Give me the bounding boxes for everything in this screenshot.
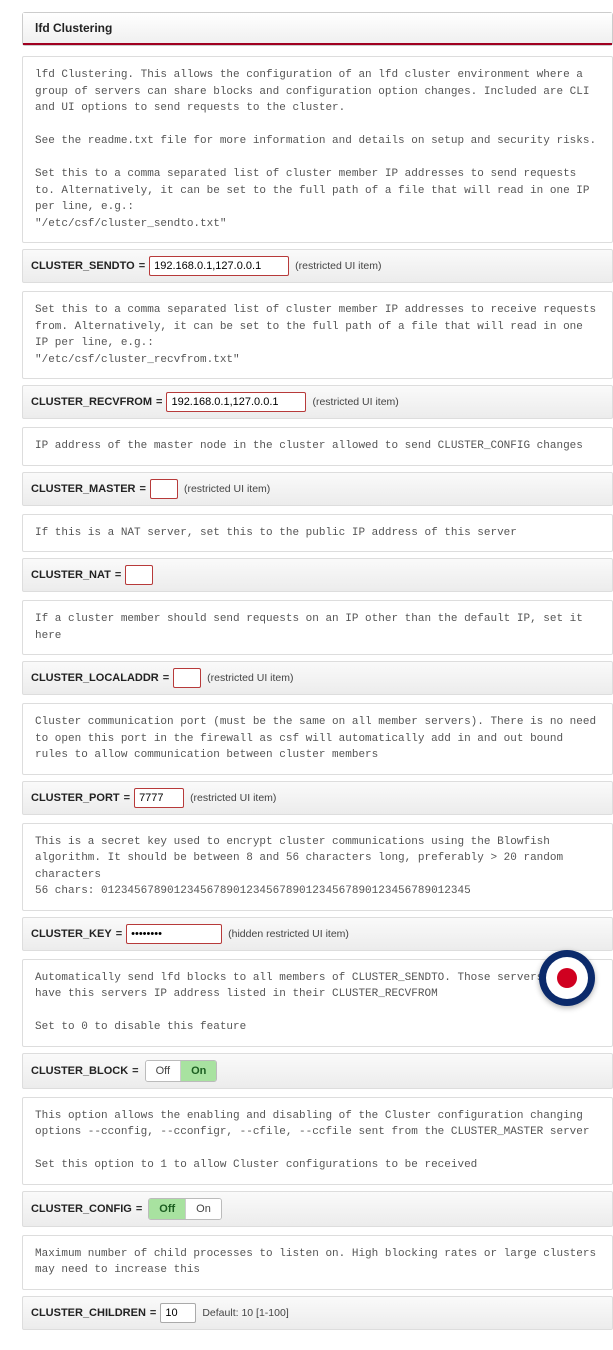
- equals-sign: =: [156, 396, 162, 408]
- toggle-cluster-config: OffOn: [148, 1198, 222, 1220]
- field-label-cluster-children: CLUSTER_CHILDREN: [31, 1307, 146, 1319]
- input-cluster-nat[interactable]: [125, 565, 153, 585]
- app-roundel-icon[interactable]: [539, 950, 595, 1006]
- input-cluster-localaddr[interactable]: [173, 668, 201, 688]
- equals-sign: =: [140, 483, 146, 495]
- field-label-cluster-sendto: CLUSTER_SENDTO: [31, 260, 135, 272]
- input-cluster-recvfrom[interactable]: [166, 392, 306, 412]
- field-note-cluster-sendto: (restricted UI item): [295, 260, 381, 272]
- field-label-cluster-block: CLUSTER_BLOCK: [31, 1065, 128, 1077]
- field-note-cluster-recvfrom: (restricted UI item): [312, 396, 398, 408]
- field-row-cluster-config: CLUSTER_CONFIG = OffOn: [22, 1191, 613, 1227]
- toggle-cluster-block: OffOn: [145, 1060, 218, 1082]
- field-note-cluster-key: (hidden restricted UI item): [228, 928, 349, 940]
- field-label-cluster-localaddr: CLUSTER_LOCALADDR: [31, 672, 159, 684]
- toggle-cluster-config-off[interactable]: Off: [149, 1199, 185, 1219]
- lfd-clustering-panel: lfd Clustering: [22, 12, 613, 46]
- help-text-cluster-children: Maximum number of child processes to lis…: [22, 1235, 613, 1290]
- toggle-cluster-config-on[interactable]: On: [185, 1199, 221, 1219]
- equals-sign: =: [136, 1203, 142, 1215]
- field-label-cluster-master: CLUSTER_MASTER: [31, 483, 136, 495]
- help-text-cluster-config: This option allows the enabling and disa…: [22, 1097, 613, 1185]
- help-text-cluster-nat: If this is a NAT server, set this to the…: [22, 514, 613, 553]
- toggle-cluster-block-off[interactable]: Off: [146, 1061, 180, 1081]
- input-cluster-key[interactable]: [126, 924, 222, 944]
- field-note-cluster-children: Default: 10 [1-100]: [202, 1307, 288, 1319]
- help-text-cluster-localaddr: If a cluster member should send requests…: [22, 600, 613, 655]
- equals-sign: =: [132, 1065, 138, 1077]
- equals-sign: =: [116, 928, 122, 940]
- input-cluster-sendto[interactable]: [149, 256, 289, 276]
- help-text-cluster-block: Automatically send lfd blocks to all mem…: [22, 959, 613, 1047]
- field-row-cluster-sendto: CLUSTER_SENDTO = (restricted UI item): [22, 249, 613, 283]
- toggle-cluster-block-on[interactable]: On: [180, 1061, 216, 1081]
- help-text-cluster-recvfrom: Set this to a comma separated list of cl…: [22, 291, 613, 379]
- input-cluster-children[interactable]: [160, 1303, 196, 1323]
- help-text-cluster-key: This is a secret key used to encrypt clu…: [22, 823, 613, 911]
- field-row-cluster-key: CLUSTER_KEY = (hidden restricted UI item): [22, 917, 613, 951]
- field-row-cluster-block: CLUSTER_BLOCK = OffOn: [22, 1053, 613, 1089]
- equals-sign: =: [163, 672, 169, 684]
- help-text-cluster-sendto: lfd Clustering. This allows the configur…: [22, 56, 613, 243]
- panel-title: lfd Clustering: [23, 13, 612, 45]
- field-row-cluster-port: CLUSTER_PORT = (restricted UI item): [22, 781, 613, 815]
- field-row-cluster-recvfrom: CLUSTER_RECVFROM = (restricted UI item): [22, 385, 613, 419]
- field-label-cluster-key: CLUSTER_KEY: [31, 928, 112, 940]
- help-text-cluster-master: IP address of the master node in the clu…: [22, 427, 613, 466]
- field-label-cluster-config: CLUSTER_CONFIG: [31, 1203, 132, 1215]
- field-row-cluster-master: CLUSTER_MASTER = (restricted UI item): [22, 472, 613, 506]
- equals-sign: =: [150, 1307, 156, 1319]
- field-label-cluster-nat: CLUSTER_NAT: [31, 569, 111, 581]
- field-row-cluster-children: CLUSTER_CHILDREN = Default: 10 [1-100]: [22, 1296, 613, 1330]
- panel-body: lfd Clustering. This allows the configur…: [22, 56, 613, 1330]
- input-cluster-port[interactable]: [134, 788, 184, 808]
- field-label-cluster-port: CLUSTER_PORT: [31, 792, 120, 804]
- input-cluster-master[interactable]: [150, 479, 178, 499]
- equals-sign: =: [139, 260, 145, 272]
- field-note-cluster-localaddr: (restricted UI item): [207, 672, 293, 684]
- help-text-cluster-port: Cluster communication port (must be the …: [22, 703, 613, 775]
- field-note-cluster-master: (restricted UI item): [184, 483, 270, 495]
- field-row-cluster-localaddr: CLUSTER_LOCALADDR = (restricted UI item): [22, 661, 613, 695]
- equals-sign: =: [115, 569, 121, 581]
- field-label-cluster-recvfrom: CLUSTER_RECVFROM: [31, 396, 152, 408]
- field-row-cluster-nat: CLUSTER_NAT =: [22, 558, 613, 592]
- field-note-cluster-port: (restricted UI item): [190, 792, 276, 804]
- equals-sign: =: [124, 792, 130, 804]
